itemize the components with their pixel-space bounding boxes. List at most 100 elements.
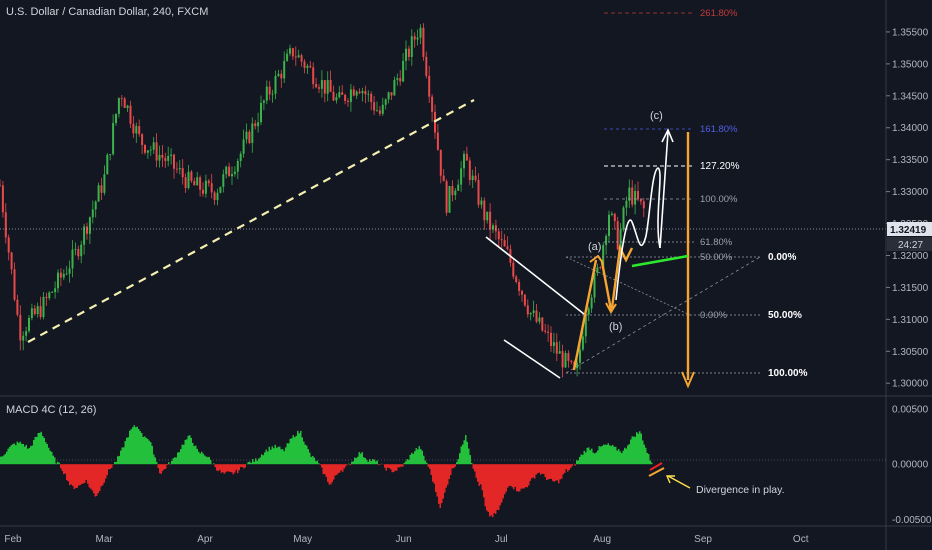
candle-body-21 bbox=[59, 272, 62, 278]
macd-axis[interactable]: 0.00500 0.00000 -0.00500 bbox=[892, 405, 932, 526]
macd-bar-185 bbox=[277, 446, 279, 465]
candle-body-144 bbox=[416, 37, 419, 40]
candle-body-168 bbox=[486, 211, 489, 221]
macd-bar-74 bbox=[111, 464, 113, 468]
candle-body-38 bbox=[109, 154, 112, 155]
macd-bar-169 bbox=[253, 461, 255, 465]
macd-bar-170 bbox=[255, 458, 257, 465]
candle-body-5 bbox=[13, 269, 16, 300]
macd-bar-289 bbox=[433, 464, 435, 484]
candle-body-120 bbox=[347, 100, 349, 102]
candle-body-48 bbox=[138, 126, 141, 135]
macd-bar-324 bbox=[486, 464, 488, 511]
macd-bar-252 bbox=[378, 464, 380, 466]
macd-bar-198 bbox=[297, 430, 299, 465]
macd-bar-6 bbox=[9, 446, 11, 465]
macd-bar-77 bbox=[115, 461, 117, 465]
macd-bar-275 bbox=[412, 453, 414, 465]
price-axis[interactable]: 1.35500 1.35000 1.34500 1.34000 1.33500 1.330… bbox=[886, 27, 929, 390]
macd-bar-8 bbox=[12, 444, 14, 465]
macd-bar-281 bbox=[421, 450, 423, 465]
candle-body-27 bbox=[77, 249, 80, 257]
macd-bar-421 bbox=[631, 436, 633, 465]
macd-bar-236 bbox=[354, 457, 356, 465]
candle-body-61 bbox=[175, 168, 178, 170]
macd-bar-319 bbox=[478, 464, 480, 486]
macd-bar-178 bbox=[267, 451, 269, 465]
candle-body-7 bbox=[19, 314, 22, 341]
candle-body-177 bbox=[512, 262, 515, 277]
macd-bar-220 bbox=[330, 464, 332, 485]
macd-bar-5 bbox=[7, 448, 9, 465]
macd-bar-264 bbox=[396, 464, 398, 471]
macd-bar-277 bbox=[415, 448, 417, 465]
macd-bar-165 bbox=[247, 461, 249, 465]
macd-bar-385 bbox=[577, 460, 579, 465]
macd-bar-241 bbox=[361, 452, 363, 465]
macd-bar-114 bbox=[171, 460, 173, 465]
macd-bar-224 bbox=[336, 464, 338, 476]
macd-bar-180 bbox=[270, 449, 272, 465]
candle-body-135 bbox=[390, 92, 393, 96]
macd-bar-353 bbox=[529, 464, 531, 481]
macd-bar-201 bbox=[301, 437, 303, 465]
time-axis[interactable]: Feb Mar Apr May Jun Jul Aug Sep Oct bbox=[4, 534, 808, 545]
macd-bar-76 bbox=[114, 461, 116, 465]
macd-bar-429 bbox=[643, 444, 645, 465]
macd-bar-207 bbox=[310, 456, 312, 465]
macd-bar-336 bbox=[504, 464, 506, 495]
macd-bar-249 bbox=[373, 459, 375, 465]
macd-bar-193 bbox=[289, 438, 291, 465]
macd-bar-303 bbox=[454, 464, 456, 467]
macd-bar-63 bbox=[94, 464, 96, 497]
macd-bar-149 bbox=[223, 464, 225, 474]
candle-body-104 bbox=[300, 55, 303, 62]
candle-body-149 bbox=[431, 96, 434, 112]
macd-bar-111 bbox=[166, 464, 168, 465]
macd-bar-285 bbox=[427, 464, 429, 467]
macd-bar-148 bbox=[222, 464, 224, 473]
macd-bar-72 bbox=[108, 464, 110, 470]
candle-body-83 bbox=[239, 153, 242, 161]
time-tick-8: Oct bbox=[793, 534, 809, 545]
macd-bar-115 bbox=[172, 458, 174, 465]
macd-bar-197 bbox=[295, 435, 297, 465]
candle-body-58 bbox=[167, 155, 170, 161]
macd-bar-53 bbox=[79, 464, 81, 486]
candle-body-160 bbox=[463, 153, 465, 169]
macd-bar-215 bbox=[322, 464, 324, 475]
macd-bar-144 bbox=[216, 464, 218, 471]
macd-bar-290 bbox=[435, 464, 437, 493]
macd-bar-73 bbox=[109, 464, 111, 469]
macd-bar-120 bbox=[180, 449, 182, 465]
macd-bar-366 bbox=[549, 464, 551, 479]
chart-canvas[interactable]: 0.00% 50.00% 100.00% 261.80% 161.80% 127… bbox=[0, 0, 932, 550]
macd-bar-140 bbox=[210, 459, 212, 465]
macd-bar-240 bbox=[360, 453, 362, 465]
macd-bar-160 bbox=[240, 464, 242, 468]
macd-bar-64 bbox=[96, 464, 98, 496]
macd-bar-176 bbox=[264, 452, 266, 465]
macd-bar-29 bbox=[43, 437, 45, 465]
candle-body-186 bbox=[538, 317, 541, 322]
macd-bar-360 bbox=[540, 464, 542, 475]
candle-body-191 bbox=[552, 342, 555, 347]
macd-bar-431 bbox=[646, 452, 648, 465]
macd-bar-250 bbox=[375, 461, 377, 465]
macd-bar-368 bbox=[552, 464, 554, 481]
candle-body-161 bbox=[465, 153, 468, 161]
candle-body-184 bbox=[532, 310, 535, 313]
macd-bar-143 bbox=[214, 464, 216, 468]
candle-body-12 bbox=[33, 308, 36, 315]
macd-bar-98 bbox=[147, 438, 149, 465]
macd-bar-393 bbox=[589, 450, 591, 465]
macd-bar-351 bbox=[526, 464, 528, 488]
macd-bar-117 bbox=[175, 457, 177, 465]
macd-bar-101 bbox=[151, 445, 153, 465]
macd-bar-150 bbox=[225, 464, 227, 473]
macd-bar-378 bbox=[567, 464, 569, 472]
macd-bar-299 bbox=[448, 464, 450, 479]
macd-bar-333 bbox=[499, 464, 501, 506]
candle-body-39 bbox=[112, 122, 115, 155]
macd-bar-61 bbox=[91, 464, 93, 491]
